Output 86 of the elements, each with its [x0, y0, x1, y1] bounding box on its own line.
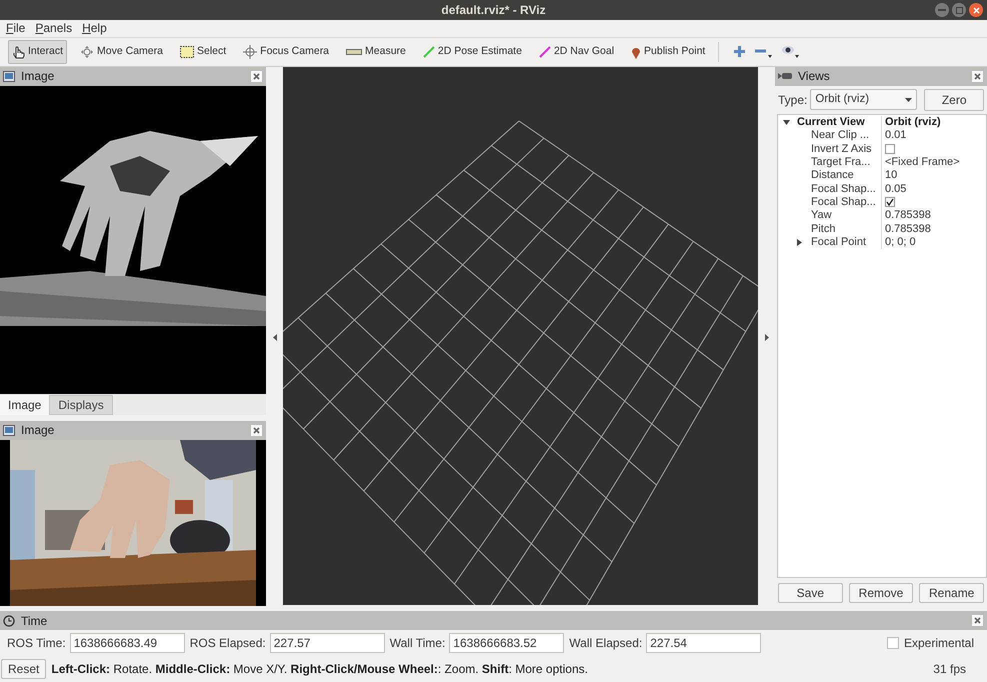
tool-button[interactable]: 2D Pose Estimate: [418, 40, 526, 64]
collapse-icon[interactable]: [764, 334, 768, 341]
time-field[interactable]: 1638666683.49: [70, 633, 185, 654]
tool-button[interactable]: Measure: [342, 40, 410, 64]
tool-button[interactable]: Publish Point: [627, 40, 710, 64]
menu-item[interactable]: Panels: [35, 19, 72, 38]
property-name: Invert Z Axis: [811, 142, 872, 157]
property-name: Current View: [797, 115, 865, 130]
tool-button[interactable]: 2D Nav Goal: [534, 40, 618, 64]
property-name: Yaw: [811, 208, 832, 224]
minimize-icon: [938, 9, 946, 11]
close-button[interactable]: [250, 424, 263, 437]
panel-button[interactable]: Rename: [919, 582, 984, 603]
close-icon: [974, 72, 981, 80]
property-name: Target Fra...: [811, 155, 870, 170]
eye-icon: [782, 45, 800, 58]
tool-button[interactable]: Select: [176, 40, 230, 64]
property-value: <Fixed Frame>: [885, 155, 960, 170]
checkbox[interactable]: [885, 197, 895, 208]
property-name: Pitch: [811, 222, 836, 237]
property-name: Near Clip ...: [811, 128, 870, 144]
checkbox[interactable]: [886, 637, 899, 650]
property-value: 10: [885, 168, 898, 184]
window-title: default.rviz* - RViz: [441, 2, 546, 19]
menu-item[interactable]: Help: [82, 19, 107, 38]
time-label: ROS Time:: [7, 635, 66, 652]
caret-icon: [905, 98, 912, 102]
close-button[interactable]: [971, 614, 984, 628]
image-icon: [3, 70, 15, 82]
status-hint: Left-Click: Rotate. Middle-Click: Move X/Y. Right-Click/Mouse Wheel:: Zoom. Shift: More options.: [51, 661, 589, 678]
panel-button[interactable]: Save: [778, 582, 843, 603]
fps-label: 31 fps: [933, 661, 966, 678]
close-icon: [974, 617, 981, 624]
close-button[interactable]: [969, 3, 983, 17]
property-value: 0.785398: [885, 222, 931, 237]
property-value: 0; 0; 0: [885, 234, 916, 250]
move-arrows-icon: [80, 44, 94, 59]
ruler-icon: [346, 48, 362, 55]
reset-button[interactable]: Reset: [1, 659, 46, 680]
panel-tab[interactable]: Image: [0, 394, 50, 415]
camera-icon: [778, 72, 792, 80]
close-button[interactable]: [250, 70, 263, 83]
crosshair-icon: [243, 44, 258, 59]
close-icon: [253, 426, 260, 434]
property-value: Orbit (rviz): [885, 115, 941, 130]
expand-arrow-icon[interactable]: [783, 120, 790, 125]
panel-title: Image: [21, 422, 56, 440]
checkbox[interactable]: [885, 144, 895, 154]
image-icon: [3, 424, 15, 436]
panel-button[interactable]: Remove: [848, 582, 914, 603]
expand-arrow-icon[interactable]: [797, 238, 802, 246]
plus-icon: [734, 46, 745, 58]
property-value: 0.01: [885, 128, 906, 144]
checkbox-label: Experimental: [904, 635, 974, 652]
property-name: Focal Point: [811, 234, 866, 250]
time-label: Wall Elapsed:: [569, 635, 642, 652]
property-value: 0.785398: [885, 208, 931, 224]
tool-button[interactable]: Interact: [8, 40, 68, 64]
tool-button[interactable]: Focus Camera: [239, 40, 334, 64]
property-name: Distance: [811, 168, 854, 184]
time-label: ROS Elapsed:: [190, 635, 266, 652]
property-name: Focal Shap...: [811, 194, 876, 210]
selection-box-icon: [180, 46, 194, 58]
panel-title: Image: [21, 68, 56, 86]
property-name: Focal Shap...: [811, 182, 876, 197]
hand-pointer-icon: [12, 44, 25, 59]
collapse-icon[interactable]: [272, 334, 276, 341]
close-button[interactable]: [971, 70, 984, 83]
clock-icon: [3, 614, 15, 627]
panel-tab[interactable]: Displays: [49, 394, 113, 415]
type-dropdown[interactable]: Orbit (rviz): [810, 89, 918, 110]
close-icon: [972, 6, 980, 14]
minimize-button[interactable]: [935, 3, 949, 17]
type-label: Type:: [778, 92, 808, 109]
time-field[interactable]: 227.57: [270, 633, 385, 654]
panel-title: Views: [798, 68, 831, 86]
time-field[interactable]: 227.54: [646, 633, 762, 654]
time-field[interactable]: 1638666683.52: [449, 633, 564, 654]
tool-button[interactable]: Move Camera: [76, 40, 167, 64]
property-value: 0.05: [885, 182, 906, 197]
time-label: Wall Time:: [390, 635, 446, 652]
maximize-icon: [956, 6, 962, 14]
menu-item[interactable]: File: [6, 19, 26, 38]
zero-button[interactable]: Zero: [924, 88, 984, 111]
panel-title: Time: [21, 612, 48, 630]
close-icon: [253, 72, 260, 80]
